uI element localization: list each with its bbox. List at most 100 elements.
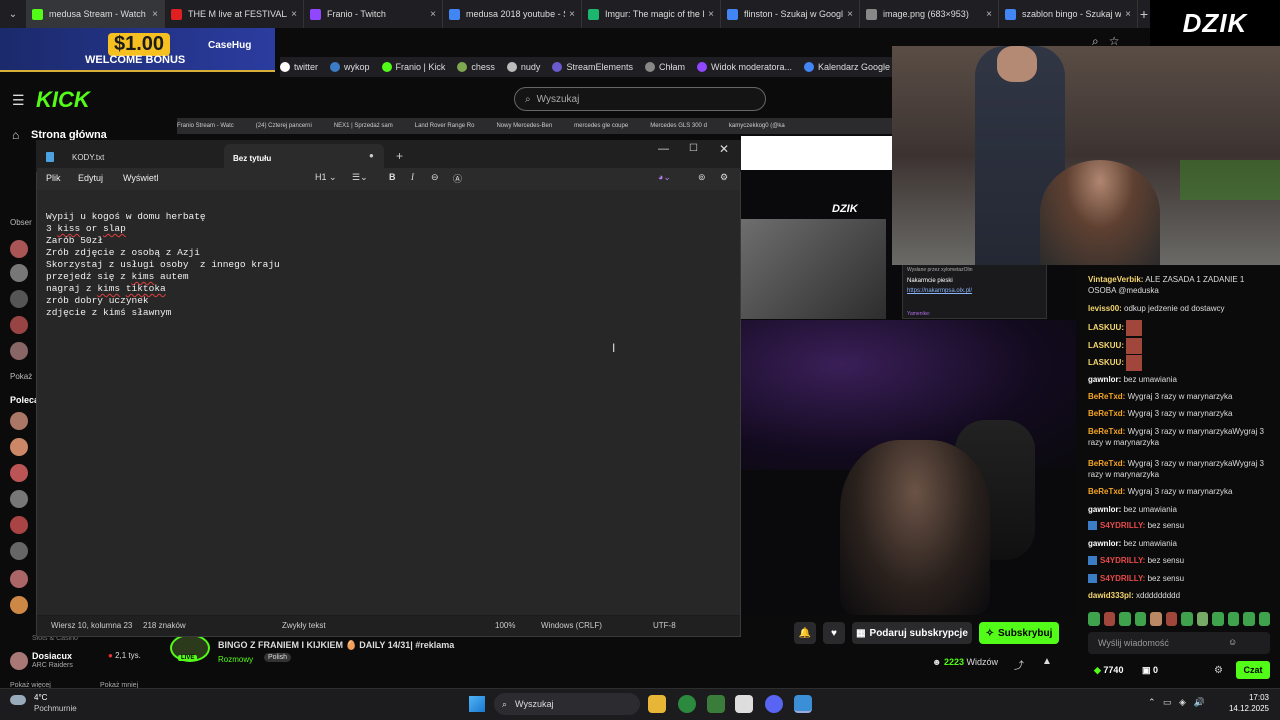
share-icon[interactable]: ⤴: [1014, 657, 1024, 672]
gift-sub-button[interactable]: ▦ Podaruj subskrypcje: [852, 622, 972, 644]
avatar[interactable]: [10, 542, 28, 560]
chat-username[interactable]: BeReTxd:: [1088, 392, 1125, 401]
bookmark-item[interactable]: Franio | Kick: [381, 62, 445, 72]
close-tab-icon[interactable]: ×: [430, 9, 436, 20]
chat-username[interactable]: BeReTxd:: [1088, 487, 1125, 496]
status-encoding[interactable]: UTF-8: [653, 621, 676, 630]
clear-format-icon[interactable]: Ⓐ: [453, 172, 462, 185]
chat-username[interactable]: BeReTxd:: [1088, 459, 1125, 468]
recommended-tag[interactable]: Polish: [264, 653, 292, 662]
kick-search-input[interactable]: ⌕ Wyszukaj: [514, 87, 766, 111]
emote[interactable]: [1258, 612, 1270, 626]
avatar[interactable]: [10, 412, 28, 430]
chrome-icon[interactable]: [678, 695, 696, 713]
cloud-icon[interactable]: [10, 695, 26, 705]
recommended-category[interactable]: Rozmowy: [218, 655, 253, 664]
notepad-taskbar-icon[interactable]: [794, 695, 812, 713]
chat-username[interactable]: gawnlor:: [1088, 505, 1121, 514]
emoji-icon[interactable]: ☺: [1228, 637, 1237, 647]
bookmark-item[interactable]: nudy: [506, 62, 540, 72]
close-tab-icon[interactable]: ×: [847, 9, 853, 20]
chat-counter[interactable]: ▣ 0: [1142, 665, 1158, 676]
clock-date[interactable]: 14.12.2025: [1219, 704, 1269, 713]
avatar[interactable]: [10, 652, 28, 670]
status-format[interactable]: Zwykły tekst: [282, 621, 326, 630]
italic-icon[interactable]: I: [411, 172, 414, 182]
bold-icon[interactable]: B: [389, 172, 396, 182]
browser-tab[interactable]: image.png (683×953) ×: [860, 0, 999, 28]
copilot-icon[interactable]: ◕⌄: [658, 172, 671, 183]
emote[interactable]: [1165, 612, 1177, 626]
chat-username[interactable]: BeReTxd:: [1088, 409, 1125, 418]
report-icon[interactable]: ▲: [1042, 656, 1052, 667]
chat-username[interactable]: S4YDRILLY:: [1100, 521, 1145, 530]
chat-input[interactable]: Wyślij wiadomość: [1088, 632, 1270, 654]
menu-view[interactable]: Wyświetl: [123, 173, 158, 183]
close-tab-icon[interactable]: ×: [152, 9, 158, 20]
emote[interactable]: [1196, 612, 1208, 626]
status-zoom[interactable]: 100%: [495, 621, 515, 630]
menu-edit[interactable]: Edytuj: [78, 173, 103, 183]
chat-username[interactable]: LASKUU:: [1088, 341, 1124, 350]
notepad-tab-kody[interactable]: KODY.txt: [46, 147, 216, 167]
sidebar-channel-name[interactable]: Dosiacux: [32, 651, 72, 661]
browser-tab[interactable]: THE M live at FESTIVALAN ×: [165, 0, 304, 28]
taskbar-search[interactable]: ⌕ Wyszukaj: [494, 693, 640, 715]
browser-tab[interactable]: Imgur: The magic of the I ×: [582, 0, 721, 28]
home-icon[interactable]: ⌂: [12, 128, 19, 142]
emote[interactable]: [1134, 612, 1146, 626]
chat-username[interactable]: dawid333pl:: [1088, 591, 1134, 600]
unsaved-dot-icon[interactable]: ●: [369, 151, 374, 160]
browser-tab[interactable]: medusa Stream - Watch ×: [26, 0, 165, 28]
emote[interactable]: [1243, 612, 1255, 626]
bookmark-item[interactable]: Chłam: [644, 62, 685, 72]
avatar[interactable]: [10, 438, 28, 456]
tab-search-icon[interactable]: ⌄: [0, 0, 26, 28]
list-icon[interactable]: ☰⌄: [352, 172, 368, 183]
app-icon[interactable]: [707, 695, 725, 713]
chat-username[interactable]: gawnlor:: [1088, 539, 1121, 548]
chat-username[interactable]: LASKUU:: [1088, 358, 1124, 367]
bookmark-item[interactable]: StreamElements: [552, 62, 633, 72]
bookmark-item[interactable]: chess: [457, 62, 495, 72]
browser-tab[interactable]: medusa 2018 youtube - S ×: [443, 0, 582, 28]
settings-gear-icon[interactable]: ⚙: [720, 172, 728, 183]
emote-bar[interactable]: [1088, 612, 1270, 626]
minimize-button[interactable]: —: [658, 143, 669, 155]
emote[interactable]: [1227, 612, 1239, 626]
avatar[interactable]: [10, 516, 28, 534]
hamburger-menu-icon[interactable]: ☰: [12, 92, 25, 109]
chat-username[interactable]: S4YDRILLY:: [1100, 574, 1145, 583]
weather-temperature[interactable]: 4°C: [34, 693, 47, 702]
avatar[interactable]: [10, 490, 28, 508]
file-explorer-icon[interactable]: [648, 695, 666, 713]
chat-settings-icon[interactable]: ⚙: [1214, 665, 1223, 676]
chat-send-button[interactable]: Czat: [1236, 661, 1270, 679]
clock-time[interactable]: 17:03: [1219, 693, 1269, 702]
avatar[interactable]: [10, 342, 28, 360]
discord-icon[interactable]: [765, 695, 783, 713]
avatar[interactable]: [10, 264, 28, 282]
subscribe-button[interactable]: ✧ Subskrybuj: [979, 622, 1059, 644]
menu-file[interactable]: Plik: [46, 173, 61, 183]
close-button[interactable]: ✕: [719, 142, 729, 156]
start-button[interactable]: [469, 696, 485, 712]
avatar[interactable]: [10, 570, 28, 588]
emote[interactable]: [1088, 612, 1100, 626]
chat-username[interactable]: BeReTxd:: [1088, 427, 1125, 436]
notepad-new-tab-button[interactable]: +: [396, 149, 403, 163]
emote[interactable]: [1103, 612, 1115, 626]
show-label[interactable]: Pokaż: [10, 372, 32, 381]
channel-points[interactable]: ◆ 7740: [1094, 665, 1123, 676]
avatar[interactable]: [10, 240, 28, 258]
follow-heart-button[interactable]: ♥: [823, 622, 845, 644]
close-tab-icon[interactable]: ×: [708, 9, 714, 20]
emote[interactable]: [1119, 612, 1131, 626]
maximize-button[interactable]: ☐: [689, 143, 698, 154]
avatar[interactable]: [10, 290, 28, 308]
weather-description[interactable]: Pochmurnie: [34, 704, 77, 713]
emote[interactable]: [1150, 612, 1162, 626]
bookmark-item[interactable]: wykop: [330, 62, 370, 72]
avatar[interactable]: [10, 464, 28, 482]
close-tab-icon[interactable]: ×: [569, 9, 575, 20]
